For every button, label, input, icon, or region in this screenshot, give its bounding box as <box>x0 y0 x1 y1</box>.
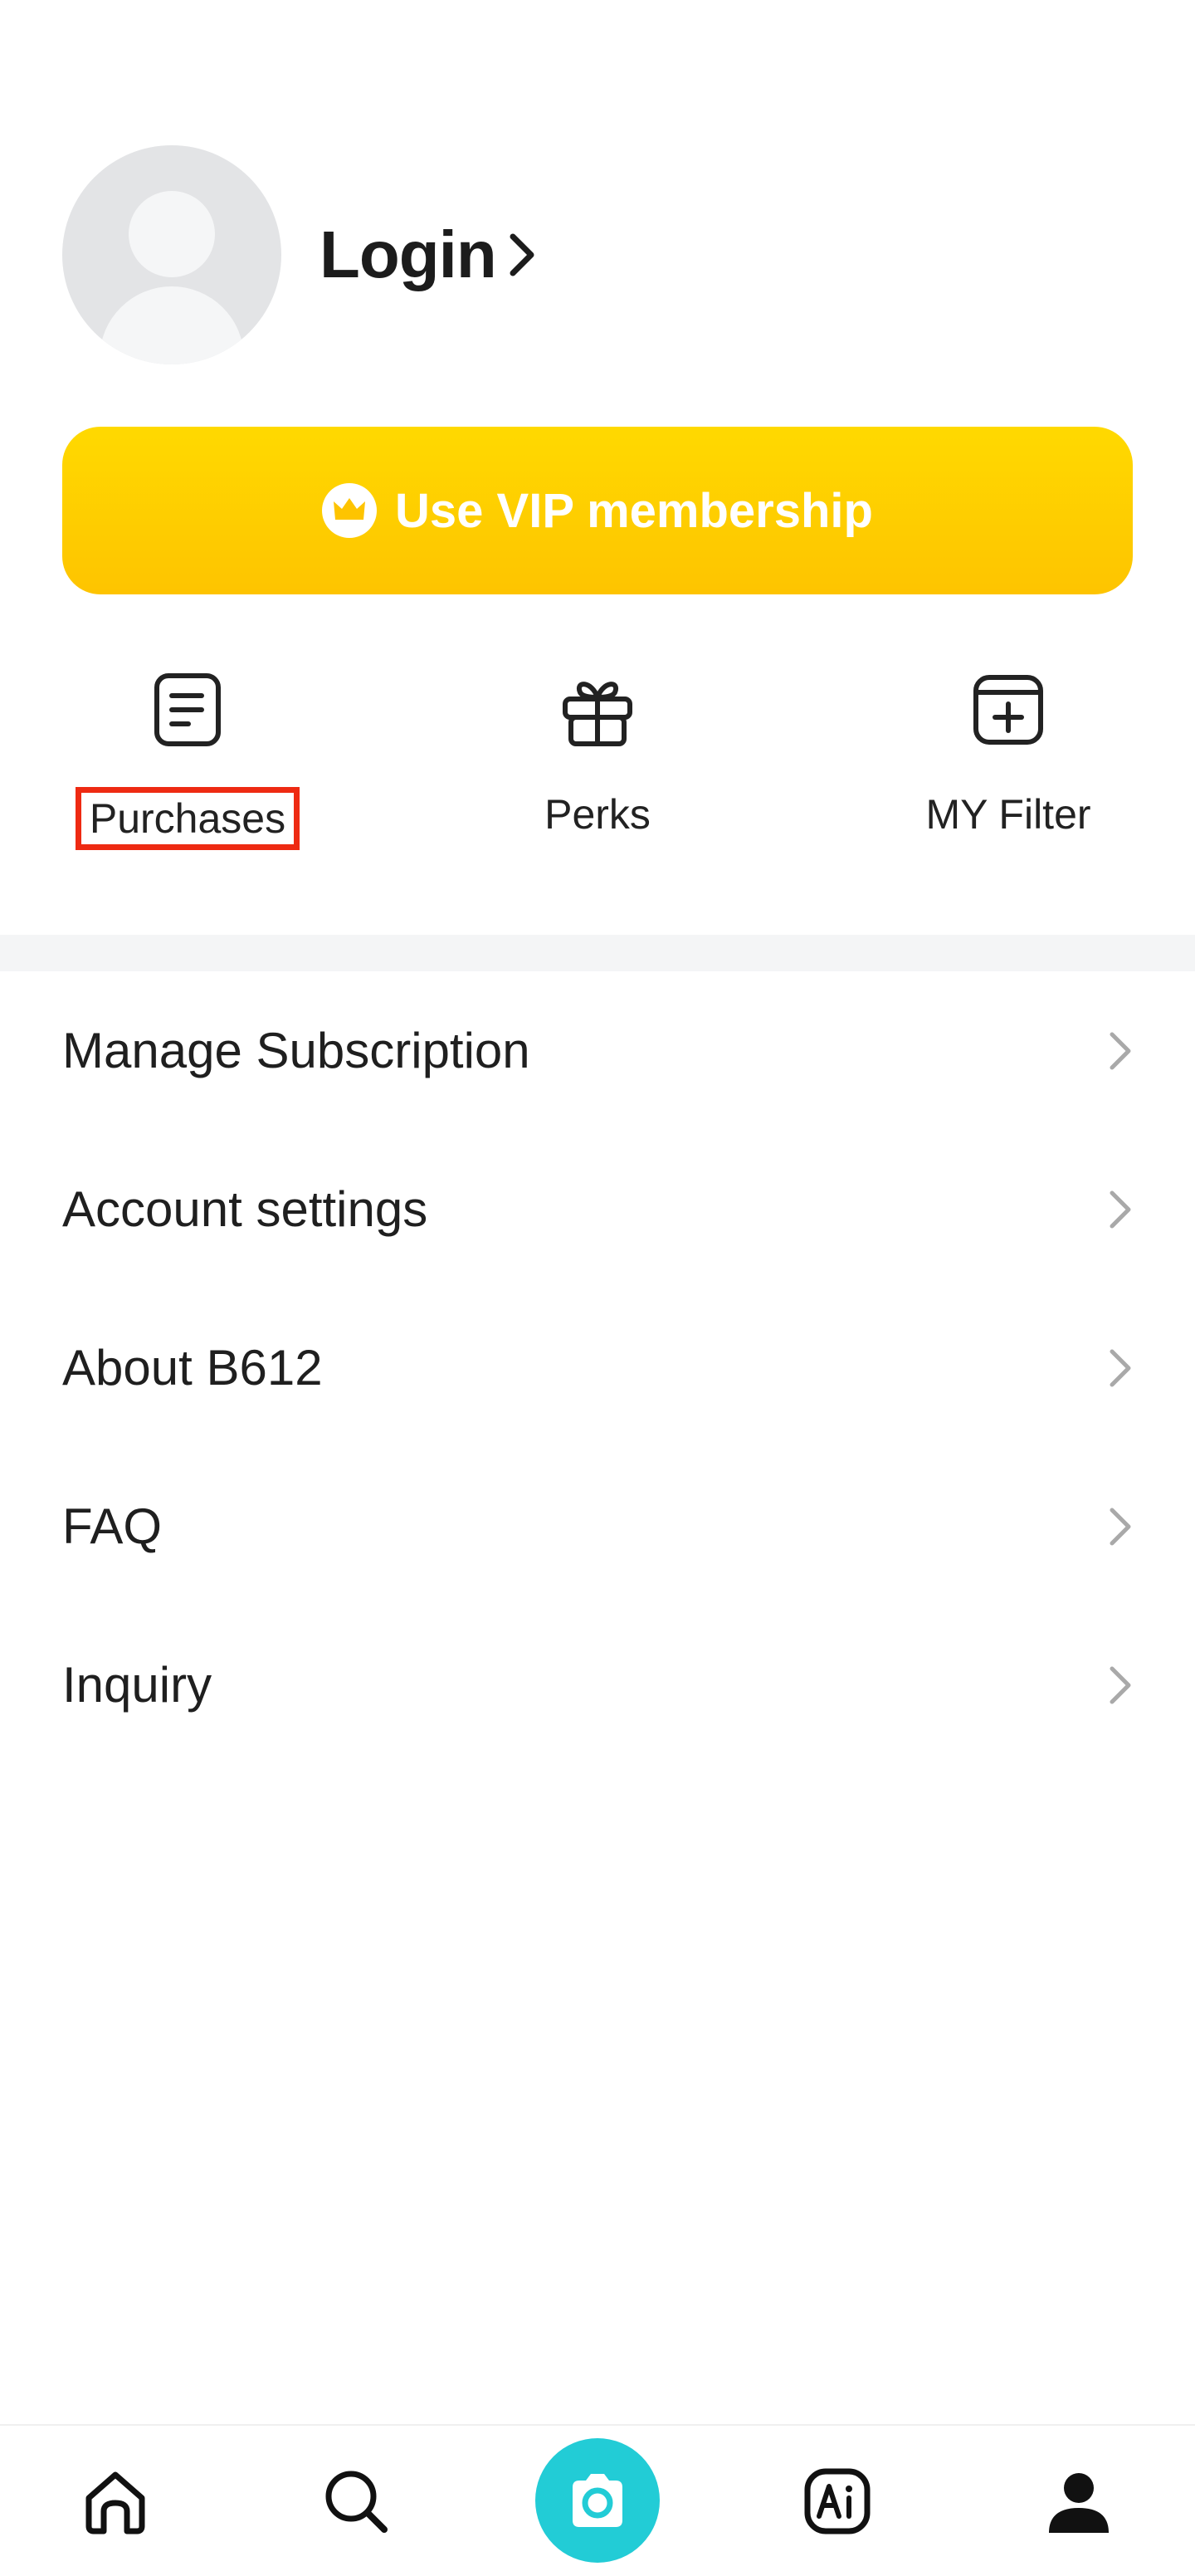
tab-camera[interactable] <box>523 2426 672 2576</box>
purchases-label: Purchases <box>75 787 300 850</box>
chevron-right-icon <box>1110 1666 1131 1703</box>
purchases-button[interactable]: Purchases <box>63 672 312 850</box>
menu-item-manage-subscription[interactable]: Manage Subscription <box>0 971 1195 1130</box>
gift-icon <box>563 682 632 746</box>
settings-menu: Manage Subscription Account settings Abo… <box>0 971 1195 1764</box>
chevron-right-icon <box>1110 1508 1131 1545</box>
menu-item-label: About B612 <box>62 1340 323 1396</box>
vip-membership-button[interactable]: Use VIP membership <box>62 427 1133 594</box>
bottom-tab-bar <box>0 2424 1195 2576</box>
profile-header: Login <box>62 145 538 364</box>
tab-profile[interactable] <box>1004 2426 1154 2576</box>
ai-icon <box>804 2468 871 2534</box>
avatar-body <box>100 286 244 364</box>
login-label: Login <box>319 218 497 291</box>
tab-search[interactable] <box>281 2426 431 2576</box>
vip-label: Use VIP membership <box>395 483 873 538</box>
my-filter-button[interactable]: MY Filter <box>884 672 1133 842</box>
tab-home[interactable] <box>41 2426 190 2576</box>
menu-item-label: Inquiry <box>62 1657 212 1713</box>
menu-item-about[interactable]: About B612 <box>0 1288 1195 1447</box>
perks-button[interactable]: Perks <box>473 672 722 842</box>
perks-label: Perks <box>544 791 651 838</box>
my-filter-label: MY Filter <box>925 791 1091 838</box>
home-icon <box>85 2471 145 2534</box>
menu-item-account-settings[interactable]: Account settings <box>0 1130 1195 1288</box>
camera-button[interactable] <box>535 2437 660 2563</box>
avatar[interactable] <box>62 145 281 364</box>
login-button[interactable]: Login <box>319 217 538 293</box>
document-icon <box>154 673 221 746</box>
profile-icon <box>1049 2472 1109 2533</box>
chevron-right-icon <box>510 233 534 276</box>
tab-ai[interactable] <box>763 2426 912 2576</box>
menu-item-label: FAQ <box>62 1498 163 1554</box>
chevron-right-icon <box>1110 1349 1131 1386</box>
crown-icon <box>322 483 378 538</box>
search-icon <box>325 2471 388 2533</box>
menu-item-inquiry[interactable]: Inquiry <box>0 1606 1195 1764</box>
menu-item-faq[interactable]: FAQ <box>0 1447 1195 1606</box>
add-filter-icon <box>973 675 1043 745</box>
menu-item-label: Manage Subscription <box>62 1023 530 1078</box>
chevron-right-icon <box>1110 1032 1131 1069</box>
menu-item-label: Account settings <box>62 1181 428 1237</box>
avatar-head <box>129 191 215 277</box>
camera-icon <box>573 2473 622 2527</box>
section-divider <box>0 935 1195 971</box>
chevron-right-icon <box>1110 1190 1131 1228</box>
